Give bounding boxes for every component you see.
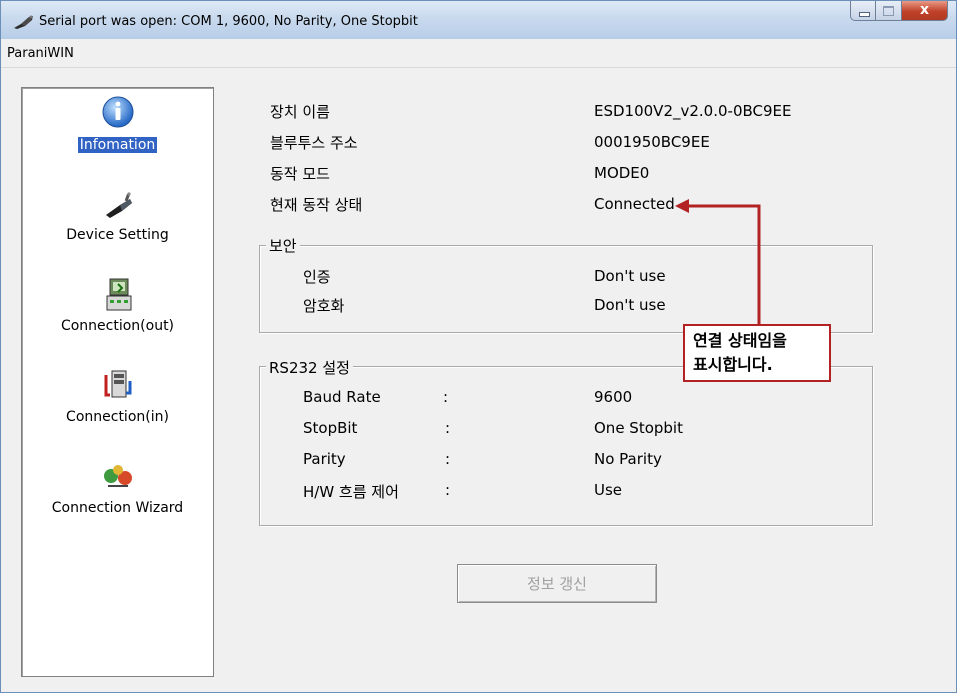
connection-out-icon — [98, 276, 138, 316]
sidebar-item-connection-in[interactable]: Connection(in) — [22, 367, 213, 425]
device-icon — [98, 185, 138, 225]
connection-in-icon — [98, 367, 138, 407]
menu-bar: ParaniWIN — [1, 39, 956, 68]
sidebar-item-connection-out[interactable]: Connection(out) — [22, 276, 213, 334]
app-icon — [13, 14, 35, 34]
close-icon: x — [919, 2, 930, 18]
app-window: Serial port was open: COM 1, 9600, No Pa… — [0, 0, 957, 693]
wizard-icon — [98, 458, 138, 498]
info-panel: 장치 이름 ESD100V2_v2.0.0-0BC9EE 블루투스 주소 000… — [213, 67, 957, 694]
sidebar-item-label: Infomation — [77, 137, 158, 153]
info-icon — [98, 94, 138, 134]
annotation-line2: 표시합니다. — [693, 355, 773, 374]
sidebar-item-information[interactable]: Infomation — [22, 94, 213, 153]
annotation-callout: 연결 상태임을 표시합니다. — [683, 324, 831, 382]
sidebar-item-label: Connection(in) — [66, 409, 169, 425]
window-controls: x — [850, 1, 948, 25]
sidebar-item-device-setting[interactable]: Device Setting — [22, 185, 213, 243]
menu-paraniwin[interactable]: ParaniWIN — [7, 46, 74, 61]
close-button[interactable]: x — [902, 1, 948, 21]
annotation-arrow — [675, 199, 761, 325]
sidebar-item-label: Device Setting — [66, 227, 169, 243]
annotation-line1: 연결 상태임을 — [693, 331, 787, 350]
sidebar-item-connection-wizard[interactable]: Connection Wizard — [22, 458, 213, 516]
window-title: Serial port was open: COM 1, 9600, No Pa… — [39, 14, 418, 29]
title-bar[interactable]: Serial port was open: COM 1, 9600, No Pa… — [1, 1, 956, 39]
minimize-button[interactable] — [850, 1, 876, 21]
sidebar-item-label: Connection(out) — [60, 318, 175, 334]
sidebar-item-label: Connection Wizard — [51, 500, 184, 516]
maximize-button[interactable] — [876, 1, 902, 21]
sidebar: Infomation Device Setting Connection(out… — [21, 87, 214, 677]
